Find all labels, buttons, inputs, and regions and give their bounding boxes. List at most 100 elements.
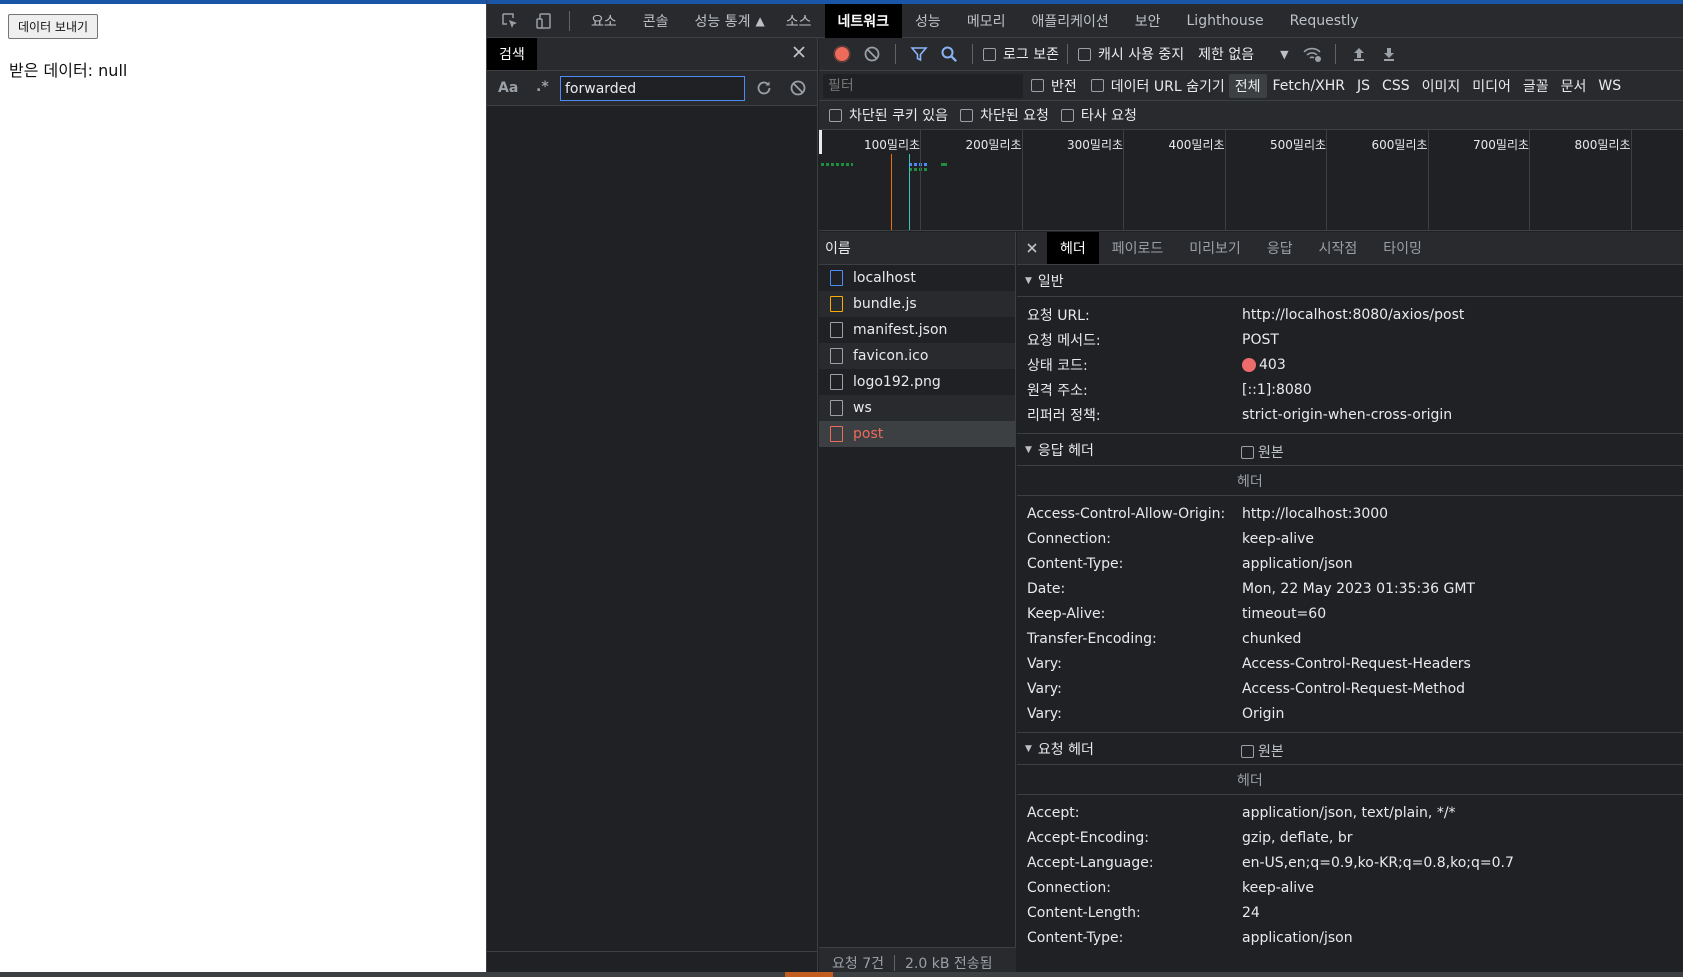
filter-type-button[interactable]: JS bbox=[1351, 74, 1376, 98]
upload-icon[interactable] bbox=[1344, 39, 1374, 69]
response-headers-title: 응답 헤더 bbox=[1037, 442, 1094, 459]
devtools-tab[interactable]: 애플리케이션 bbox=[1018, 4, 1121, 38]
name-column-header[interactable]: 이름 bbox=[819, 232, 1015, 265]
devtools-tab[interactable]: Requestly bbox=[1277, 4, 1372, 38]
header-value-cell: 24 bbox=[1242, 905, 1260, 921]
devtools-tab[interactable]: 메모리 bbox=[954, 4, 1019, 38]
header-value: keep-alive bbox=[1242, 879, 1315, 896]
filter-type-button[interactable]: CSS bbox=[1376, 74, 1416, 98]
chevron-down-icon: ▼ bbox=[1280, 47, 1289, 61]
request-name: manifest.json bbox=[853, 322, 948, 338]
timeline-tick-label: 500밀리초 bbox=[1270, 138, 1327, 152]
request-row[interactable]: favicon.ico bbox=[819, 343, 1015, 369]
invert-checkbox[interactable]: 반전 bbox=[1031, 76, 1077, 96]
detail-tab[interactable]: 페이로드 bbox=[1099, 232, 1177, 264]
search-icon[interactable] bbox=[934, 39, 964, 69]
hide-data-urls-checkbox[interactable]: 데이터 URL 숨기기 bbox=[1090, 76, 1225, 96]
devtools-tab[interactable]: 성능 bbox=[902, 4, 954, 38]
filter-row: 반전 데이터 URL 숨기기 전체Fetch/XHRJSCSS이미지미디어글꼴문… bbox=[819, 71, 1683, 101]
request-count: 요청 7건 bbox=[832, 955, 884, 972]
network-conditions-icon[interactable] bbox=[1297, 39, 1327, 69]
filter-type-button[interactable]: Fetch/XHR bbox=[1267, 74, 1352, 98]
search-tab[interactable]: 검색 bbox=[487, 38, 537, 70]
close-icon[interactable] bbox=[791, 44, 807, 64]
request-row[interactable]: logo192.png bbox=[819, 369, 1015, 395]
regex-button[interactable]: .* bbox=[536, 79, 549, 95]
header-key: 요청 메서드: bbox=[1027, 332, 1101, 349]
record-icon[interactable] bbox=[827, 39, 857, 69]
inspect-element-icon[interactable] bbox=[493, 4, 527, 38]
devtools-tab[interactable]: 성능 통계 bbox=[682, 4, 764, 38]
request-raw-checkbox[interactable]: 원본 bbox=[1241, 741, 1284, 761]
response-headers-section: Access-Control-Allow-Origin: http://local… bbox=[1017, 496, 1683, 733]
download-icon[interactable] bbox=[1374, 39, 1404, 69]
timeline-tick-label: 100밀리초 bbox=[864, 138, 921, 152]
refresh-icon[interactable] bbox=[755, 79, 773, 101]
timeline-gridline bbox=[1630, 130, 1632, 230]
close-icon[interactable] bbox=[1017, 232, 1047, 264]
filter-input[interactable] bbox=[823, 73, 1023, 98]
request-headers-section: Accept: application/json, text/plain, */*… bbox=[1017, 795, 1683, 956]
devtools-tab[interactable]: 요소 bbox=[578, 4, 630, 38]
detail-tab[interactable]: 미리보기 bbox=[1176, 232, 1254, 264]
filter-type-button[interactable]: 이미지 bbox=[1416, 74, 1467, 98]
bottom-scrollbar[interactable] bbox=[0, 972, 1683, 977]
header-value: [::1]:8080 bbox=[1242, 381, 1312, 398]
blocked-cookies-checkbox[interactable]: 차단된 쿠키 있음 bbox=[829, 105, 948, 125]
filter-type-button[interactable]: 전체 bbox=[1228, 73, 1267, 98]
general-section-header[interactable]: ▼ 일반 bbox=[1017, 265, 1683, 297]
devtools-tab[interactable]: 네트워크 bbox=[824, 3, 903, 38]
header-value: gzip, deflate, br bbox=[1242, 829, 1353, 846]
third-party-checkbox[interactable]: 타사 요청 bbox=[1060, 105, 1137, 125]
request-row[interactable]: ws bbox=[819, 395, 1015, 421]
header-value-cell: 403 bbox=[1242, 357, 1286, 373]
header-key: Accept-Encoding: bbox=[1027, 829, 1150, 846]
header-value: Origin bbox=[1242, 705, 1285, 722]
filter-type-button[interactable]: WS bbox=[1592, 74, 1627, 98]
request-headers-header[interactable]: ▼ 요청 헤더 원본 bbox=[1017, 733, 1683, 765]
request-row[interactable]: manifest.json bbox=[819, 317, 1015, 343]
send-data-button[interactable]: 데이터 보내기 bbox=[8, 14, 99, 39]
general-section: 요청 URL: http://localhost:8080/axios/post 요… bbox=[1017, 297, 1683, 434]
devtools-tab[interactable]: 보안 bbox=[1122, 4, 1174, 38]
devtools-tab[interactable]: 소스 bbox=[773, 4, 825, 38]
overview-start-handle[interactable] bbox=[819, 130, 822, 154]
preserve-log-checkbox[interactable]: 로그 보존 bbox=[983, 44, 1059, 64]
detail-tab[interactable]: 시작점 bbox=[1306, 232, 1371, 264]
detail-tab[interactable]: 헤더 bbox=[1047, 232, 1099, 264]
invert-label: 반전 bbox=[1051, 78, 1077, 95]
response-headers-header[interactable]: ▼ 응답 헤더 원본 bbox=[1017, 434, 1683, 466]
devtools-tab[interactable]: 콘솔 bbox=[630, 4, 682, 38]
filter-type-button[interactable]: 미디어 bbox=[1466, 74, 1517, 98]
request-row[interactable]: post bbox=[819, 421, 1015, 447]
disable-cache-checkbox[interactable]: 캐시 사용 중지 bbox=[1077, 44, 1184, 64]
detail-tab[interactable]: 타이밍 bbox=[1370, 232, 1435, 264]
search-input[interactable] bbox=[560, 76, 745, 101]
clear-icon[interactable] bbox=[789, 79, 807, 101]
network-overview-timeline[interactable]: 100밀리초 200밀리초 300밀리초 400밀리초 500밀리초 600밀리초 700밀… bbox=[819, 130, 1683, 231]
request-row[interactable]: bundle.js bbox=[819, 291, 1015, 317]
network-panel: 로그 보존 캐시 사용 중지 제한 없음 ▼ 반전 데이터 URL 숨기기 전체… bbox=[819, 38, 1683, 977]
device-toolbar-icon[interactable] bbox=[527, 4, 561, 38]
response-raw-checkbox[interactable]: 원본 bbox=[1241, 442, 1284, 462]
filter-type-button[interactable]: 문서 bbox=[1555, 74, 1593, 98]
header-row: Content-Length: 24 bbox=[1017, 900, 1683, 925]
overview-bar bbox=[909, 168, 929, 171]
header-key: Content-Type: bbox=[1027, 555, 1124, 572]
header-value-cell: Access-Control-Request-Method bbox=[1242, 681, 1465, 697]
timeline-tick-label: 200밀리초 bbox=[965, 138, 1022, 152]
filter-icon[interactable] bbox=[904, 39, 934, 69]
match-case-button[interactable]: Aa bbox=[498, 80, 518, 96]
throttle-select[interactable]: 제한 없음 ▼ bbox=[1198, 44, 1288, 64]
header-value: 403 bbox=[1259, 356, 1286, 373]
header-value: timeout=60 bbox=[1242, 605, 1327, 622]
devtools-tab[interactable]: Lighthouse bbox=[1174, 4, 1277, 38]
header-key: Access-Control-Allow-Origin: bbox=[1027, 505, 1226, 522]
filter-type-button[interactable]: 글꼴 bbox=[1517, 74, 1555, 98]
blocked-requests-checkbox[interactable]: 차단된 요청 bbox=[960, 105, 1049, 125]
header-value-cell: keep-alive bbox=[1242, 880, 1314, 896]
detail-tab[interactable]: 응답 bbox=[1254, 232, 1306, 264]
clear-log-icon[interactable] bbox=[857, 39, 887, 69]
request-row[interactable]: localhost bbox=[819, 265, 1015, 291]
header-value: Access-Control-Request-Method bbox=[1242, 680, 1466, 697]
